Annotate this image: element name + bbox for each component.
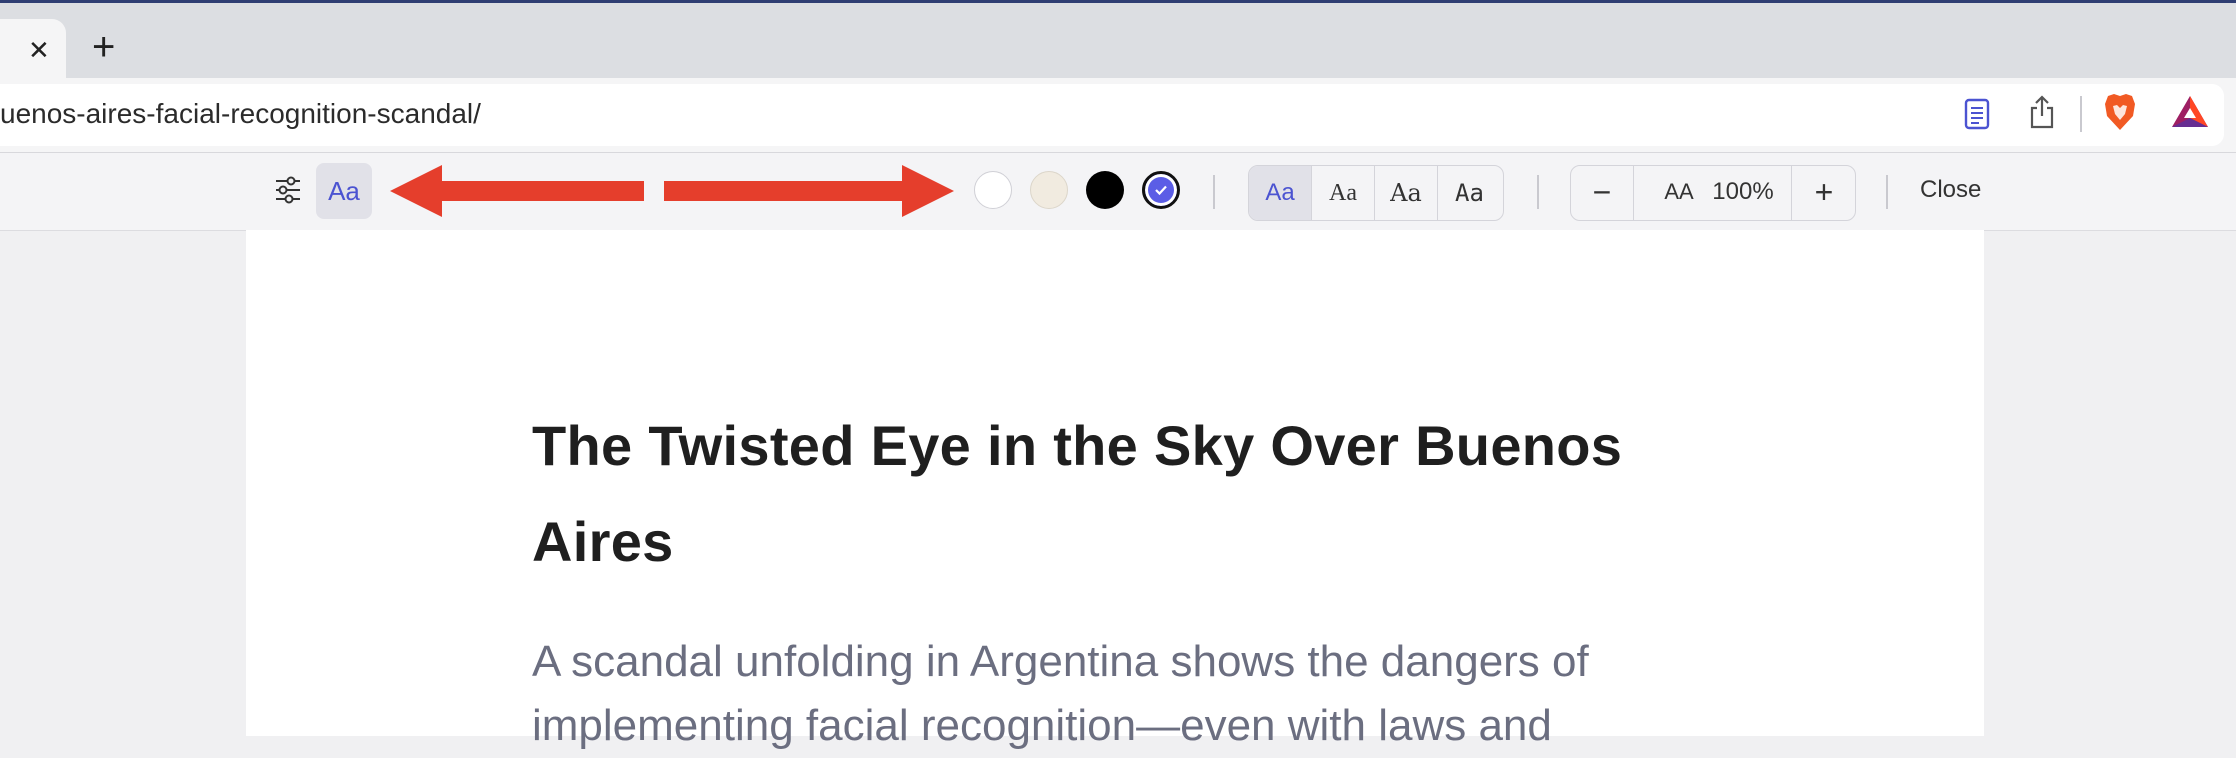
- reader-mode-toolbar: Aa Aa Aa Aa Aa − AA 100% + Close: [0, 153, 2236, 231]
- zoom-in-button[interactable]: +: [1791, 166, 1856, 220]
- share-icon[interactable]: [2028, 94, 2056, 130]
- zoom-control: − AA 100% +: [1570, 165, 1856, 221]
- address-bar-row: uenos-aires-facial-recognition-scandal/: [0, 78, 2236, 153]
- right-arrow-annotation: [664, 165, 954, 217]
- toolbar-separator: [1213, 175, 1215, 209]
- brave-shields-icon[interactable]: [2102, 92, 2138, 132]
- tab-close-icon[interactable]: ✕: [28, 36, 50, 64]
- toolbar-separator: [1886, 175, 1888, 209]
- left-arrow-annotation: [390, 165, 644, 217]
- annotation-arrows: [390, 165, 954, 217]
- reader-mode-icon[interactable]: [1964, 98, 1990, 130]
- article-page: The Twisted Eye in the Sky Over Buenos A…: [246, 230, 1984, 750]
- theme-swatch-system[interactable]: [1142, 171, 1180, 209]
- zoom-out-button[interactable]: −: [1571, 166, 1634, 220]
- url-text[interactable]: uenos-aires-facial-recognition-scandal/: [0, 98, 481, 130]
- toolbar-separator: [1537, 175, 1539, 209]
- font-option-serif-alt[interactable]: Aa: [1375, 166, 1438, 220]
- brave-rewards-icon[interactable]: [2170, 94, 2210, 130]
- font-option-serif[interactable]: Aa: [1312, 166, 1375, 220]
- font-family-selector: Aa Aa Aa Aa: [1248, 165, 1504, 221]
- font-option-sans[interactable]: Aa: [1249, 166, 1312, 220]
- checkmark-icon: [1155, 185, 1167, 196]
- zoom-level: 100%: [1712, 178, 1774, 205]
- settings-sliders-icon[interactable]: [274, 175, 302, 205]
- theme-swatch-sepia[interactable]: [1030, 171, 1068, 209]
- article-subtitle: A scandal unfolding in Argentina shows t…: [532, 637, 1589, 750]
- browser-tab[interactable]: ✕: [0, 19, 66, 81]
- new-tab-button[interactable]: +: [92, 27, 115, 67]
- close-reader-button[interactable]: Close: [1920, 175, 1981, 205]
- appearance-tab[interactable]: Aa: [316, 163, 372, 219]
- text-size-icon: AA: [1664, 179, 1694, 204]
- theme-swatch-dark[interactable]: [1086, 171, 1124, 209]
- font-option-mono[interactable]: Aa: [1438, 166, 1501, 220]
- toolbar-separator: [2080, 96, 2082, 132]
- article-title: The Twisted Eye in the Sky Over Buenos A…: [532, 414, 1623, 573]
- address-bar[interactable]: uenos-aires-facial-recognition-scandal/: [0, 84, 2224, 146]
- tab-strip: ✕ +: [0, 0, 2236, 81]
- theme-swatch-white[interactable]: [974, 171, 1012, 209]
